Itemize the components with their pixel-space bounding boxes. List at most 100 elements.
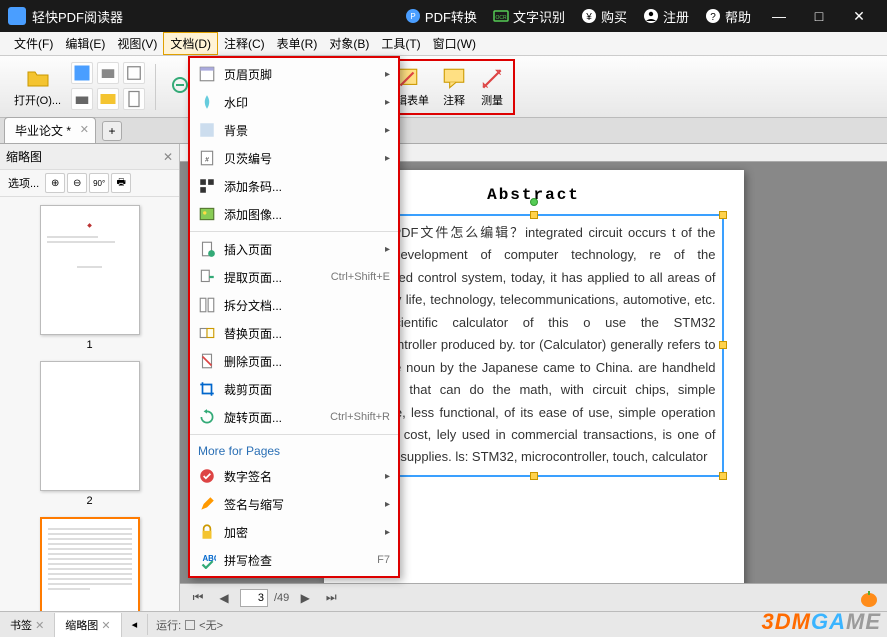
barcode-icon [198, 177, 216, 195]
document-tab[interactable]: 毕业论文 * ✕ [4, 117, 96, 143]
pen-icon [198, 495, 216, 513]
resize-handle-mr[interactable] [719, 341, 727, 349]
pumpkin-icon [859, 588, 879, 608]
next-page-button[interactable]: ▶ [295, 588, 315, 608]
menu-delete[interactable]: 删除页面... [190, 347, 398, 375]
comment-label: 注释 [443, 92, 465, 108]
resize-handle-mb[interactable] [530, 472, 538, 480]
run-status: 运行: <无> [148, 617, 231, 633]
side-close-icon[interactable]: ✕ [163, 150, 173, 164]
side-options-button[interactable]: 选项... [4, 175, 43, 191]
menu-barcode[interactable]: 添加条码... [190, 172, 398, 200]
scan-icon[interactable] [123, 62, 145, 84]
menu-document[interactable]: 文档(D) [163, 32, 218, 55]
menu-split[interactable]: 拆分文档... [190, 291, 398, 319]
menu-bates[interactable]: #贝茨编号▸ [190, 144, 398, 172]
menu-annotate[interactable]: 注释(C) [218, 32, 271, 55]
menu-view[interactable]: 视图(V) [111, 32, 163, 55]
first-page-button[interactable]: ⏮ [188, 588, 208, 608]
signature-icon [198, 467, 216, 485]
app-title: 轻快PDF阅读器 [32, 7, 123, 26]
bookmarks-tab[interactable]: 书签 ✕ [0, 613, 55, 637]
menu-crop[interactable]: 裁剪页面 [190, 375, 398, 403]
print-thumb-icon[interactable]: 🖶 [111, 173, 131, 193]
open-button[interactable]: 打开(O)... [8, 64, 67, 110]
prev-page-button[interactable]: ◀ [214, 588, 234, 608]
ocr-icon: OCR [493, 8, 509, 24]
minimize-button[interactable]: — [759, 0, 799, 32]
resize-handle-tr[interactable] [719, 211, 727, 219]
tab-close-icon[interactable]: ✕ [80, 123, 89, 136]
resize-handle-br[interactable] [719, 472, 727, 480]
run-label: 运行: [156, 617, 181, 633]
print-icon[interactable] [97, 62, 119, 84]
collapse-tab[interactable]: ◂ [122, 614, 149, 635]
svg-text:P: P [410, 12, 415, 21]
open-label: 打开(O)... [14, 92, 61, 108]
rotate-icon[interactable]: 90° [89, 173, 109, 193]
page-icon[interactable] [123, 88, 145, 110]
menu-watermark[interactable]: 水印▸ [190, 88, 398, 116]
thumbnail-page-1[interactable]: ◆ 1 [40, 205, 140, 351]
svg-text:?: ? [710, 12, 716, 23]
menu-edit[interactable]: 编辑(E) [59, 32, 111, 55]
menu-file[interactable]: 文件(F) [8, 32, 59, 55]
menu-tools[interactable]: 工具(T) [375, 32, 426, 55]
menu-add-image[interactable]: 添加图像... [190, 200, 398, 228]
menu-spellcheck[interactable]: ABC拼写检查F7 [190, 546, 398, 574]
ocr-button[interactable]: OCR 文字识别 [493, 7, 565, 26]
thumbnails-tab[interactable]: 缩略图 ✕ [55, 613, 121, 637]
menu-window[interactable]: 窗口(W) [427, 32, 482, 55]
page-total: /49 [274, 592, 289, 604]
printer-icon[interactable] [71, 88, 93, 110]
close-button[interactable]: ✕ [839, 0, 879, 32]
page-input[interactable] [240, 589, 268, 607]
add-tab-button[interactable]: + [102, 121, 122, 141]
maximize-button[interactable]: □ [799, 0, 839, 32]
menu-header-footer[interactable]: 页眉页脚▸ [190, 60, 398, 88]
register-button[interactable]: 注册 [643, 7, 689, 26]
buy-label: 购买 [601, 7, 627, 26]
buy-icon: ¥ [581, 8, 597, 24]
menu-sign-initial[interactable]: 签名与缩写▸ [190, 490, 398, 518]
help-icon: ? [705, 8, 721, 24]
run-value: <无> [199, 617, 223, 633]
menu-encrypt[interactable]: 加密▸ [190, 518, 398, 546]
ocr-label: 文字识别 [513, 7, 565, 26]
menu-background[interactable]: 背景▸ [190, 116, 398, 144]
document-menu-dropdown: 页眉页脚▸ 水印▸ 背景▸ #贝茨编号▸ 添加条码... 添加图像... 插入页… [188, 56, 400, 578]
thumbnail-page-2[interactable]: 2 [40, 361, 140, 507]
enlarge-icon[interactable]: ⊕ [45, 173, 65, 193]
page-navigation: ⏮ ◀ /49 ▶ ⏭ [180, 583, 887, 611]
menu-digital-sign[interactable]: 数字签名▸ [190, 462, 398, 490]
rotate-handle-icon[interactable] [530, 198, 538, 206]
menu-form[interactable]: 表单(R) [271, 32, 324, 55]
menu-insert-page[interactable]: 插入页面▸ [190, 235, 398, 263]
background-icon [198, 121, 216, 139]
save-icon[interactable] [71, 62, 93, 84]
document-body-text: 器——PDF文件怎么编辑？integrated circuit occurs t… [352, 225, 716, 464]
comment-button[interactable]: 注释 [435, 64, 473, 110]
thumbnail-page-3[interactable]: 3 [40, 517, 140, 611]
help-button[interactable]: ? 帮助 [705, 7, 751, 26]
menu-replace[interactable]: 替换页面... [190, 319, 398, 347]
titlebar: 轻快PDF阅读器 P PDF转换 OCR 文字识别 ¥ 购买 注册 ? 帮助 —… [0, 0, 887, 32]
side-toolbar: 选项... ⊕ ⊖ 90° 🖶 [0, 170, 179, 197]
buy-button[interactable]: ¥ 购买 [581, 7, 627, 26]
last-page-button[interactable]: ⏭ [321, 588, 341, 608]
selected-text-frame[interactable]: 器——PDF文件怎么编辑？integrated circuit occurs t… [344, 214, 724, 477]
mail-icon[interactable] [97, 88, 119, 110]
measure-button[interactable]: 测量 [473, 64, 511, 110]
shrink-icon[interactable]: ⊖ [67, 173, 87, 193]
ribbon: 打开(O)... T 编辑内容 T+ 添加文本 编辑表单 注释 测量 [0, 56, 887, 118]
menu-rotate[interactable]: 旋转页面...Ctrl+Shift+R [190, 403, 398, 431]
chevron-right-icon: ▸ [385, 471, 390, 482]
pdf-convert-button[interactable]: P PDF转换 [405, 7, 477, 26]
menu-extract-page[interactable]: 提取页面...Ctrl+Shift+E [190, 263, 398, 291]
chevron-right-icon: ▸ [385, 69, 390, 80]
resize-handle-mt[interactable] [530, 211, 538, 219]
replace-icon [198, 324, 216, 342]
bates-icon: # [198, 149, 216, 167]
lock-icon [198, 523, 216, 541]
menu-object[interactable]: 对象(B) [323, 32, 375, 55]
